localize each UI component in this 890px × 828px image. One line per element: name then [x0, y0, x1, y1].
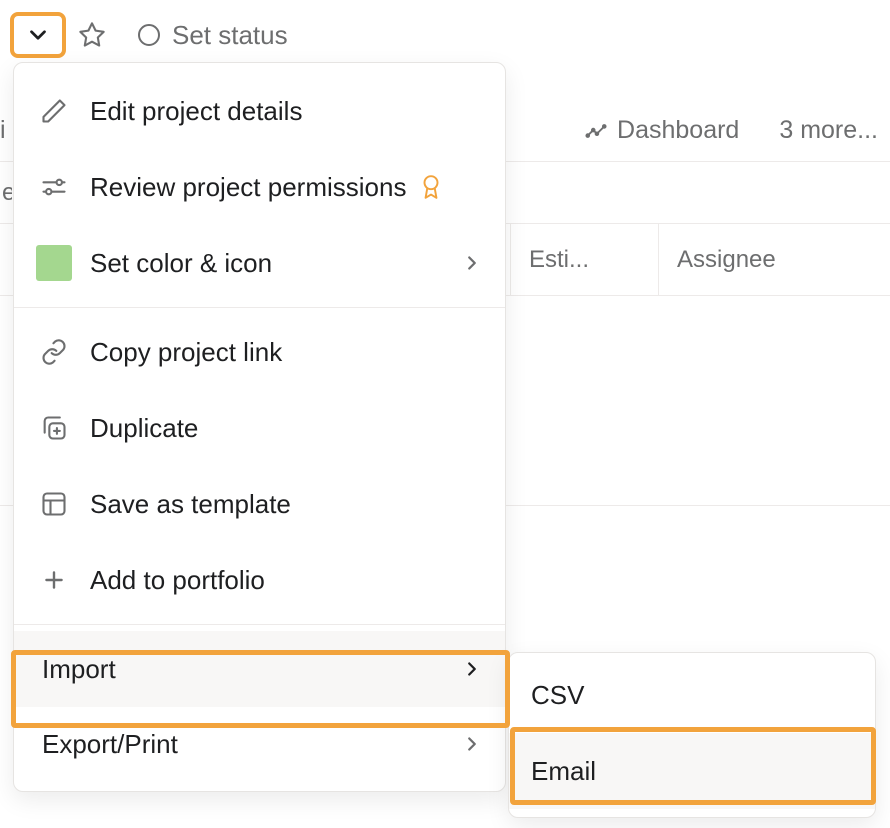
- color-swatch-icon: [36, 245, 72, 281]
- tab-label: Dashboard: [617, 116, 739, 145]
- chevron-down-icon: [25, 22, 51, 48]
- tab-dashboard[interactable]: Dashboard: [585, 116, 739, 145]
- menu-label: Export/Print: [42, 729, 178, 760]
- table-col-2[interactable]: Esti...: [510, 224, 658, 295]
- circle-icon: [138, 24, 160, 46]
- award-icon: [418, 174, 444, 200]
- menu-label: Duplicate: [90, 413, 198, 444]
- submenu-email[interactable]: Email: [509, 733, 875, 809]
- menu-divider: [14, 307, 505, 308]
- pencil-icon: [36, 93, 72, 129]
- star-icon: [78, 21, 106, 49]
- top-bar: Set status: [0, 0, 890, 70]
- tab-partial: i: [0, 116, 6, 144]
- menu-set-color[interactable]: Set color & icon: [14, 225, 505, 301]
- menu-add-portfolio[interactable]: Add to portfolio: [14, 542, 505, 618]
- col-label-assignee: Assignee: [677, 246, 776, 274]
- menu-label: Review project permissions: [90, 172, 406, 203]
- plus-icon: [36, 562, 72, 598]
- secondary-row-label: e: [2, 179, 12, 207]
- import-submenu: CSV Email: [508, 652, 876, 818]
- table-col-3[interactable]: Assignee: [658, 224, 890, 295]
- dashboard-icon: [585, 120, 607, 142]
- menu-save-template[interactable]: Save as template: [14, 466, 505, 542]
- tab-more-label: 3 more...: [779, 116, 878, 145]
- project-actions-menu: Edit project details Review project perm…: [13, 62, 506, 792]
- menu-label: Copy project link: [90, 337, 282, 368]
- chevron-right-icon: [461, 733, 483, 755]
- submenu-label: Email: [531, 756, 596, 787]
- submenu-csv[interactable]: CSV: [509, 657, 875, 733]
- duplicate-icon: [36, 410, 72, 446]
- menu-label: Add to portfolio: [90, 565, 265, 596]
- sliders-icon: [36, 169, 72, 205]
- menu-export[interactable]: Export/Print: [14, 707, 505, 781]
- menu-label: Save as template: [90, 489, 291, 520]
- submenu-label: CSV: [531, 680, 584, 711]
- set-status-label: Set status: [172, 20, 288, 51]
- menu-review-permissions[interactable]: Review project permissions: [14, 149, 505, 225]
- menu-label: Import: [42, 654, 116, 685]
- template-icon: [36, 486, 72, 522]
- chevron-right-icon: [461, 252, 483, 274]
- link-icon: [36, 334, 72, 370]
- menu-label: Edit project details: [90, 96, 302, 127]
- project-menu-trigger[interactable]: [10, 12, 66, 58]
- favorite-button[interactable]: [78, 21, 106, 49]
- menu-edit-project[interactable]: Edit project details: [14, 73, 505, 149]
- menu-label: Set color & icon: [90, 248, 272, 279]
- chevron-right-icon: [461, 658, 483, 680]
- menu-copy-link[interactable]: Copy project link: [14, 314, 505, 390]
- set-status-button[interactable]: Set status: [138, 20, 288, 51]
- col-label-estimate: Esti...: [529, 246, 589, 274]
- menu-duplicate[interactable]: Duplicate: [14, 390, 505, 466]
- menu-import[interactable]: Import: [14, 631, 505, 707]
- menu-divider: [14, 624, 505, 625]
- tab-more[interactable]: 3 more...: [779, 116, 878, 145]
